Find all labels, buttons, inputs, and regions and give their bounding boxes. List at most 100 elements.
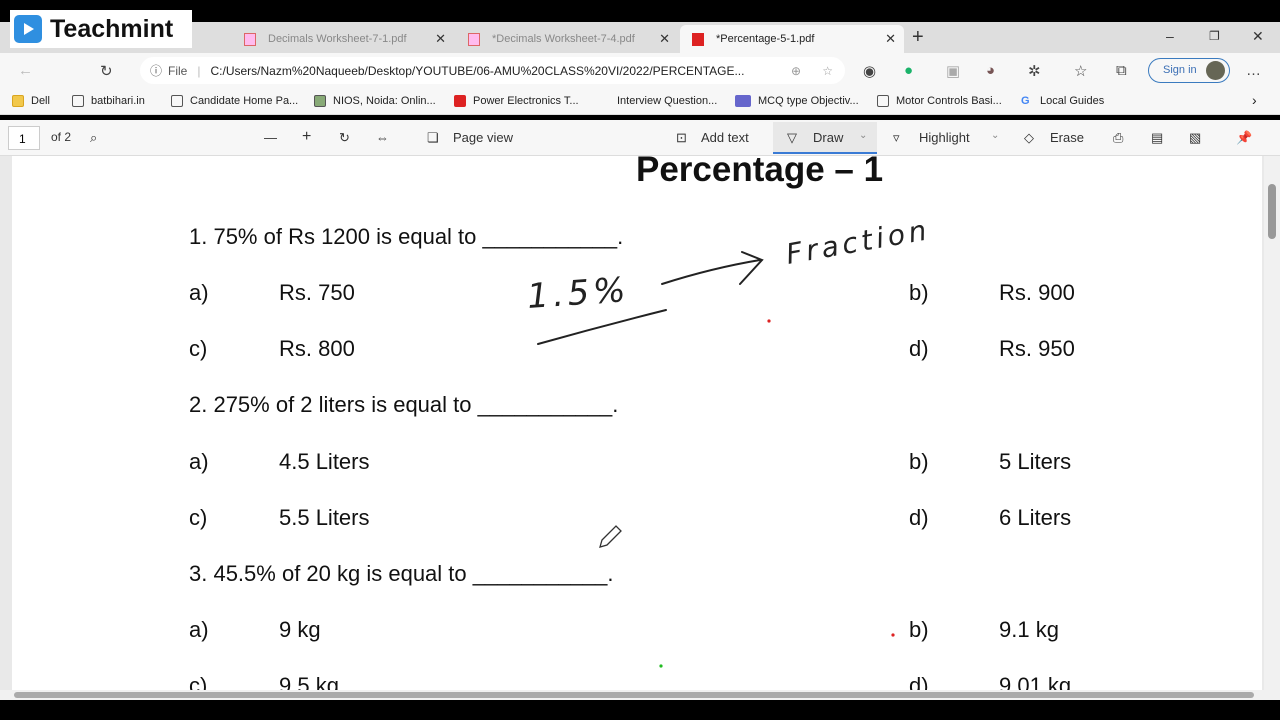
bookmark-item[interactable]: G Local Guides [1021, 95, 1104, 107]
site-icon [454, 95, 466, 107]
scheme-label: File [168, 63, 188, 78]
bookmark-label: Interview Question... [617, 95, 718, 107]
tab-percentage-5-1[interactable]: *Percentage-5-1.pdf ✕ [680, 25, 904, 53]
ink-dot [891, 633, 895, 637]
extension-icon[interactable]: ◉ [863, 62, 876, 80]
draw-button[interactable]: ▽ Draw ⌄ [773, 122, 877, 154]
bookmark-item[interactable]: Power Electronics T... [454, 95, 579, 107]
bookmark-item[interactable]: Candidate Home Pa... [171, 95, 298, 107]
extension-icon[interactable]: ▣ [946, 62, 960, 80]
pdf-toolbar: 1 of 2 ⌕ — + ↻ ⇔ ❏ Page view ⊡ Add text … [0, 120, 1280, 156]
back-icon[interactable]: ← [18, 62, 33, 79]
add-text-icon: ⊡ [676, 130, 687, 145]
tab-strip: Decimals Worksheet-7-1.pdf ✕ *Decimals Wo… [0, 22, 1280, 53]
handwritten-1-5-percent: 1.5% [526, 270, 631, 317]
tab-label: *Percentage-5-1.pdf [716, 33, 815, 45]
new-tab-button[interactable]: + [912, 26, 924, 49]
folder-icon [12, 95, 24, 107]
extensions-icon[interactable]: ✲ [1028, 62, 1041, 80]
bookmark-label: batbihari.in [91, 95, 145, 107]
page-count: of 2 [51, 130, 72, 144]
url-text: C:/Users/Nazm%20Naqueeb/Desktop/YOUTUBE/… [210, 63, 745, 78]
bookmark-label: Local Guides [1040, 95, 1105, 107]
page-icon [877, 95, 889, 107]
add-text-button[interactable]: Add text [701, 130, 749, 145]
favorite-icon[interactable]: ☆ [822, 64, 833, 78]
extension-icon[interactable]: ◕ [986, 62, 995, 79]
grammarly-icon[interactable]: ● [904, 62, 913, 79]
page-icon [171, 95, 183, 107]
close-icon[interactable]: ✕ [435, 31, 446, 47]
erase-button[interactable]: Erase [1050, 130, 1084, 145]
print-icon[interactable]: ⎙ [1113, 130, 1123, 146]
info-icon: ⓘ [150, 64, 163, 78]
site-icon [598, 95, 610, 107]
draw-label: Draw [813, 130, 844, 145]
fit-page-icon[interactable]: ⇔ [376, 130, 389, 145]
bookmark-item[interactable]: Motor Controls Basi... [877, 95, 1002, 107]
eraser-icon: ◇ [1024, 130, 1034, 145]
page-icon [72, 95, 84, 107]
tab-decimals-7-1[interactable]: Decimals Worksheet-7-1.pdf ✕ [232, 25, 454, 53]
underline-stroke [537, 309, 667, 345]
chevron-down-icon[interactable]: ⌄ [859, 130, 867, 141]
close-icon[interactable]: ✕ [659, 31, 670, 47]
bookmark-item[interactable]: NIOS, Noida: Onlin... [314, 95, 436, 107]
bookmarks-bar: Dell batbihari.in Candidate Home Pa... N… [0, 88, 1280, 115]
highlight-button[interactable]: Highlight [919, 130, 970, 145]
bookmark-label: NIOS, Noida: Onlin... [333, 95, 436, 107]
sign-in-button[interactable]: Sign in [1148, 58, 1230, 83]
avatar [1206, 61, 1225, 80]
rotate-icon[interactable]: ↻ [339, 130, 350, 146]
refresh-icon[interactable]: ↻ [100, 62, 113, 80]
chevron-down-icon[interactable]: ⌄ [991, 130, 999, 141]
logo-text: Teachmint [50, 14, 174, 43]
page-view-button[interactable]: Page view [453, 130, 513, 145]
site-icon [314, 95, 326, 107]
bookmark-label: Motor Controls Basi... [896, 95, 1002, 107]
vertical-scrollbar[interactable] [1264, 156, 1280, 690]
bookmark-item[interactable]: MCQ type Objectiv... [735, 95, 859, 107]
chevron-right-icon[interactable]: › [1252, 92, 1257, 108]
tab-label: Decimals Worksheet-7-1.pdf [268, 33, 407, 45]
google-icon: G [1021, 95, 1030, 107]
sign-in-label: Sign in [1163, 64, 1197, 76]
page-view-icon: ❏ [427, 130, 439, 145]
site-icon [735, 95, 751, 107]
close-window-button[interactable]: ✕ [1252, 28, 1264, 45]
handwritten-fraction: Fraction [783, 213, 932, 271]
highlight-icon: ▿ [893, 130, 900, 145]
teachmint-logo: Teachmint [10, 10, 192, 48]
favorites-icon[interactable]: ☆ [1074, 62, 1087, 80]
divider: | [197, 63, 201, 78]
tab-decimals-7-4[interactable]: *Decimals Worksheet-7-4.pdf ✕ [456, 25, 678, 53]
page-number-input[interactable]: 1 [8, 126, 40, 150]
scrollbar-thumb[interactable] [1268, 184, 1276, 239]
close-icon[interactable]: ✕ [885, 31, 896, 47]
address-bar-row: ← ↻ ⓘ File | C:/Users/Nazm%20Naqueeb/Des… [0, 53, 1280, 88]
tab-label: *Decimals Worksheet-7-4.pdf [492, 33, 635, 45]
pdf-icon [692, 32, 704, 46]
ink-dot [767, 319, 771, 323]
bookmark-item[interactable]: batbihari.in [72, 95, 145, 107]
more-icon[interactable]: … [1246, 62, 1261, 79]
save-as-icon[interactable]: ▧ [1189, 130, 1201, 146]
pdf-page: Percentage – 1 1. 75% of Rs 1200 is equa… [12, 156, 1262, 690]
bookmark-item[interactable]: Dell [12, 95, 50, 107]
restore-button[interactable]: ❐ [1209, 29, 1220, 43]
zoom-out-button[interactable]: — [264, 130, 277, 145]
url-input[interactable]: ⓘ File | C:/Users/Nazm%20Naqueeb/Desktop… [140, 57, 845, 84]
zoom-icon[interactable]: ⊕ [791, 64, 801, 78]
ink-dot [659, 664, 663, 668]
save-icon[interactable]: ▤ [1151, 130, 1163, 146]
minimize-button[interactable]: – [1166, 28, 1174, 44]
logo-icon [14, 15, 42, 43]
search-icon[interactable]: ⌕ [90, 130, 97, 146]
zoom-in-button[interactable]: + [302, 128, 311, 146]
collections-icon[interactable]: ⧉ [1116, 62, 1127, 79]
bookmark-item[interactable]: Interview Question... [598, 95, 717, 107]
scrollbar-thumb[interactable] [14, 692, 1254, 698]
pin-icon[interactable]: 📌 [1236, 130, 1252, 146]
horizontal-scrollbar[interactable] [0, 690, 1280, 700]
draw-icon: ▽ [787, 130, 797, 145]
